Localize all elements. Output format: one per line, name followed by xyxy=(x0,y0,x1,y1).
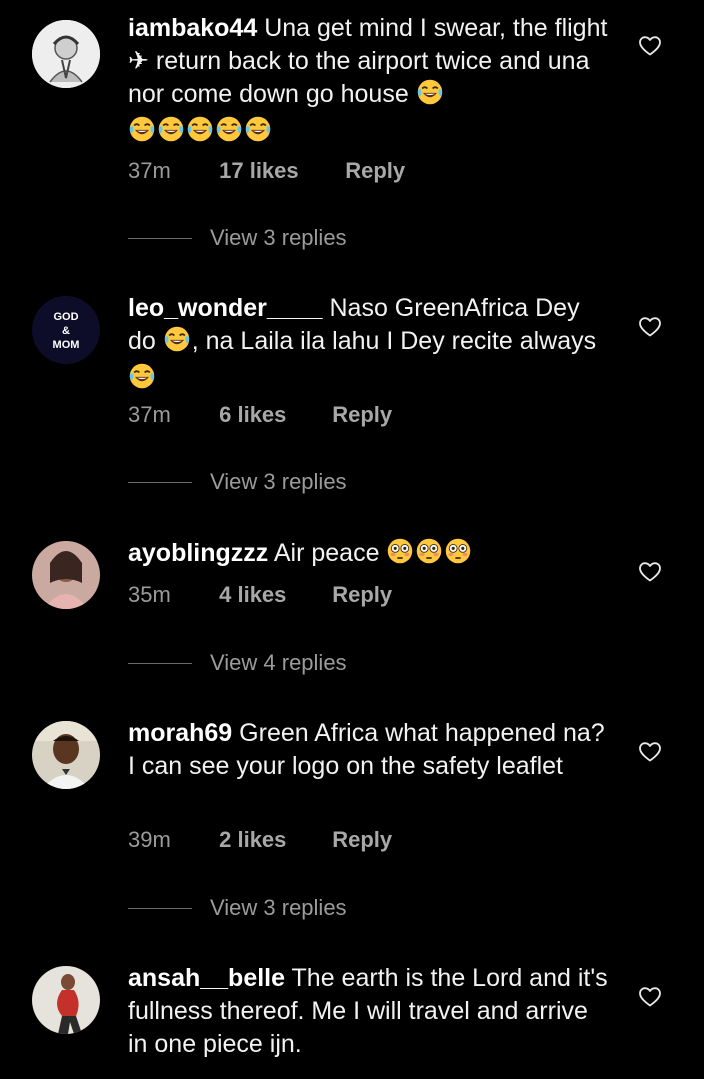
avatar-text-line: GOD xyxy=(53,311,79,323)
comment-text: morah69 Green Africa what happened na? I… xyxy=(128,717,608,783)
reply-button[interactable]: Reply xyxy=(332,825,392,855)
replies-divider xyxy=(128,481,192,483)
avatar-photo-icon xyxy=(32,541,100,609)
comment-username[interactable]: ayoblingzzz xyxy=(128,539,268,567)
heart-outline-icon[interactable] xyxy=(638,985,662,1009)
flushed-face-emoji-icon xyxy=(386,537,473,574)
laugh-emoji-icon xyxy=(416,78,445,115)
comment-body: Air peace xyxy=(273,539,387,567)
comment-time: 37m xyxy=(128,402,171,427)
heart-outline-icon[interactable] xyxy=(638,34,662,58)
comment-text: iambako44 Una get mind I swear, the flig… xyxy=(128,12,608,152)
avatar[interactable] xyxy=(32,721,100,789)
comment-time: 35m xyxy=(128,582,171,607)
replies-divider xyxy=(128,907,192,909)
view-replies-label: View 3 replies xyxy=(210,895,347,920)
reply-button[interactable]: Reply xyxy=(332,580,392,610)
view-replies-label: View 4 replies xyxy=(210,650,347,675)
comment-body-cont: , na Laila ila lahu I Dey recite always xyxy=(191,327,597,355)
comment-username[interactable]: morah69 xyxy=(128,719,232,747)
comment-text: ayoblingzzz Air peace xyxy=(128,537,608,574)
heart-outline-icon[interactable] xyxy=(638,740,662,764)
comment-likes[interactable]: 6 likes xyxy=(219,400,326,430)
comment-body-cont: return back to the airport twice and una… xyxy=(128,47,590,108)
comment-username[interactable]: iambako44 xyxy=(128,14,257,42)
reply-button[interactable]: Reply xyxy=(345,156,405,186)
airplane-icon: ✈ xyxy=(128,47,149,75)
avatar-photo-icon xyxy=(32,721,100,789)
reply-button[interactable]: Reply xyxy=(332,400,392,430)
comment-username[interactable]: ansah__belle xyxy=(128,964,285,992)
comment-time: 39m xyxy=(128,827,171,852)
view-replies-label: View 3 replies xyxy=(210,469,347,494)
avatar-text: GOD & MOM xyxy=(32,310,100,352)
avatar-photo-icon xyxy=(32,966,100,1034)
avatar-text-line: & xyxy=(62,325,70,337)
avatar[interactable]: GOD & MOM xyxy=(32,296,100,364)
view-replies-button[interactable]: View 4 replies xyxy=(128,648,347,678)
comment-likes[interactable]: 2 likes xyxy=(219,825,326,855)
laugh-emoji-icon xyxy=(163,325,192,362)
view-replies-button[interactable]: View 3 replies xyxy=(128,223,347,253)
avatar[interactable] xyxy=(32,541,100,609)
view-replies-button[interactable]: View 3 replies xyxy=(128,467,347,497)
laugh-emoji-row-icon xyxy=(128,115,273,152)
avatar-text-line: MOM xyxy=(52,339,80,351)
avatar-sketch-icon xyxy=(32,20,100,88)
replies-divider xyxy=(128,662,192,664)
comment-likes[interactable]: 17 likes xyxy=(219,156,339,186)
heart-outline-icon[interactable] xyxy=(638,560,662,584)
comment-meta: 35m 4 likes Reply xyxy=(128,580,392,610)
comment-meta: 39m 2 likes Reply xyxy=(128,825,392,855)
laugh-emoji-icon xyxy=(128,362,157,399)
comment-likes[interactable]: 4 likes xyxy=(219,580,326,610)
replies-divider xyxy=(128,237,192,239)
view-replies-label: View 3 replies xyxy=(210,225,347,250)
avatar[interactable] xyxy=(32,20,100,88)
comment-time: 37m xyxy=(128,158,171,183)
comment-text: leo_wonder____ Naso GreenAfrica Dey do ,… xyxy=(128,292,608,399)
comment-text: ansah__belle The earth is the Lord and i… xyxy=(128,962,608,1061)
view-replies-button[interactable]: View 3 replies xyxy=(128,893,347,923)
comment-meta: 37m 17 likes Reply xyxy=(128,156,405,186)
heart-outline-icon[interactable] xyxy=(638,315,662,339)
comment-username[interactable]: leo_wonder____ xyxy=(128,294,323,322)
comment-meta: 37m 6 likes Reply xyxy=(128,400,392,430)
avatar[interactable] xyxy=(32,966,100,1034)
comment-body: Una get mind I swear, the flight xyxy=(264,14,608,42)
